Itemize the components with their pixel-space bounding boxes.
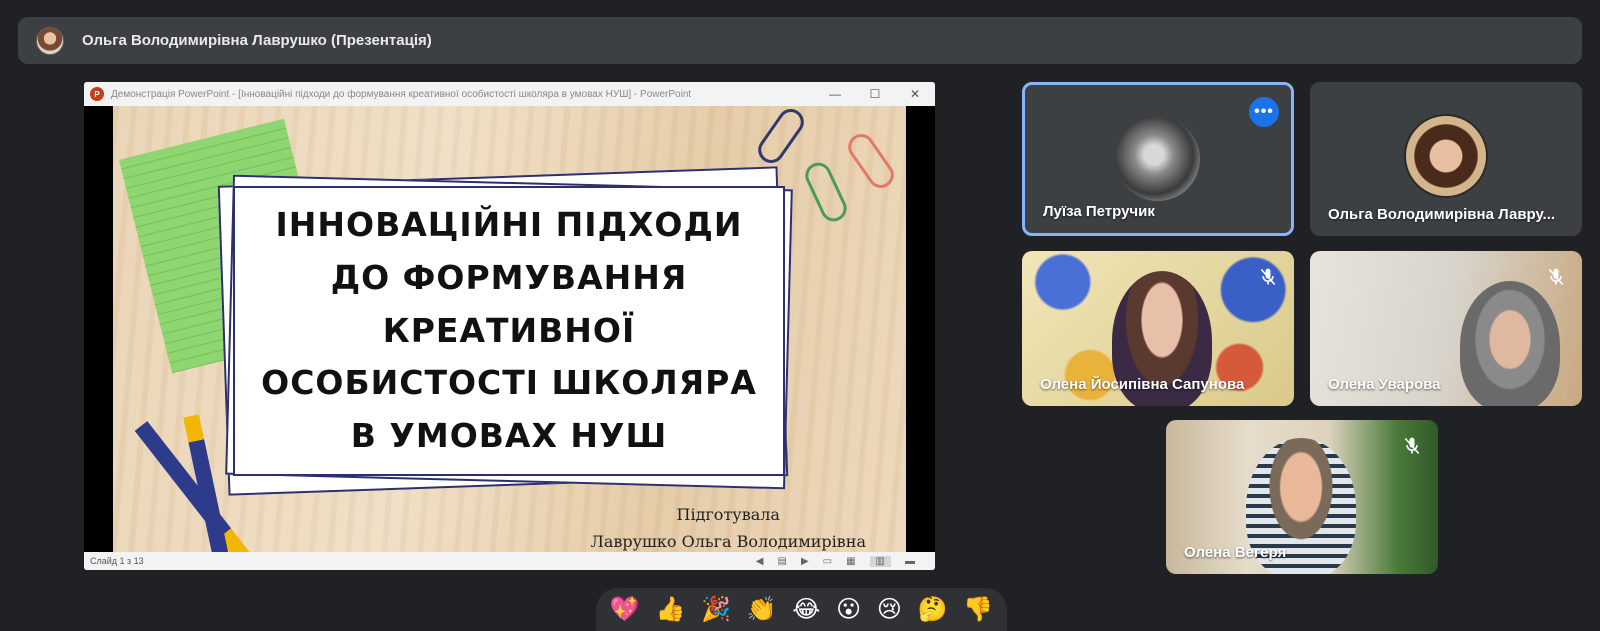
- slide-menu-icon[interactable]: ▤: [777, 556, 786, 567]
- thumbs-up-reaction[interactable]: 👍: [655, 597, 685, 622]
- surprised-reaction[interactable]: 😮: [836, 597, 861, 622]
- participant-tile[interactable]: Олена Уварова: [1310, 251, 1582, 406]
- powerpoint-icon: P: [90, 87, 104, 101]
- ppt-window-title: Демонстрація PowerPoint - [Інноваційні п…: [111, 88, 692, 100]
- participant-name: Олена Уварова: [1328, 376, 1441, 393]
- participant-name: Ольга Володимирівна Лавру...: [1328, 206, 1556, 223]
- mic-off-icon: [1546, 267, 1566, 287]
- slide: ІННОВАЦІЙНІ ПІДХОДИ ДО ФОРМУВАННЯ КРЕАТИ…: [113, 106, 906, 552]
- maximize-button[interactable]: ☐: [855, 87, 895, 101]
- more-options-button[interactable]: •••: [1249, 97, 1279, 127]
- credit-author: Лаврушко Ольга Володимирівна: [590, 532, 866, 551]
- sparkling-heart-reaction[interactable]: 💖: [610, 597, 640, 622]
- ppt-statusbar: Слайд 1 з 13 ◀ ▤ ▶ ▭ ▦ ▥ ▬: [84, 552, 935, 570]
- minimize-button[interactable]: —: [815, 87, 855, 101]
- participant-tile[interactable]: ••• Луїза Петручик: [1022, 82, 1294, 236]
- thumbs-down-reaction[interactable]: 👎: [963, 597, 993, 622]
- participant-name: Олена Вегеря: [1184, 544, 1287, 561]
- presentation-window: P Демонстрація PowerPoint - [Інноваційні…: [84, 82, 935, 570]
- clapping-reaction[interactable]: 👏: [747, 597, 777, 622]
- presenter-bar[interactable]: Ольга Володимирівна Лаврушко (Презентаці…: [18, 17, 1582, 64]
- slide-title: ІННОВАЦІЙНІ ПІДХОДИ ДО ФОРМУВАННЯ КРЕАТИ…: [261, 205, 757, 456]
- slide-area[interactable]: ІННОВАЦІЙНІ ПІДХОДИ ДО ФОРМУВАННЯ КРЕАТИ…: [84, 106, 935, 552]
- participant-tile[interactable]: Олена Йосипівна Сапунова: [1022, 251, 1294, 406]
- credit-label: Підготувала: [676, 505, 780, 524]
- mic-off-icon: [1402, 436, 1422, 456]
- title-card: ІННОВАЦІЙНІ ПІДХОДИ ДО ФОРМУВАННЯ КРЕАТИ…: [233, 186, 785, 476]
- participant-name: Луїза Петручик: [1043, 203, 1155, 220]
- presenter-title: Ольга Володимирівна Лаврушко (Презентаці…: [82, 32, 432, 49]
- slide-counter: Слайд 1 з 13: [90, 556, 144, 566]
- laughing-reaction[interactable]: 😂: [792, 597, 820, 622]
- party-popper-reaction[interactable]: 🎉: [701, 597, 731, 622]
- presenter-avatar: [36, 26, 64, 55]
- slide-credit: Підготувала Лаврушко Ольга Володимирівна: [590, 501, 866, 552]
- reactions-bar: 💖 👍 🎉 👏 😂 😮 😢 🤔 👎: [596, 588, 1007, 631]
- slide-sorter-icon[interactable]: ▦: [846, 556, 855, 567]
- reading-view-icon[interactable]: ▥: [869, 555, 891, 567]
- crying-reaction[interactable]: 😢: [877, 597, 902, 622]
- participant-tile[interactable]: Олена Вегеря: [1166, 420, 1438, 574]
- mic-off-icon: [1258, 267, 1278, 287]
- participant-tile[interactable]: Ольга Володимирівна Лавру...: [1310, 82, 1582, 236]
- thinking-reaction[interactable]: 🤔: [918, 597, 948, 622]
- ppt-titlebar: P Демонстрація PowerPoint - [Інноваційні…: [84, 82, 935, 106]
- close-button[interactable]: ✕: [895, 87, 935, 101]
- participant-video: [1460, 281, 1560, 406]
- participant-avatar: [1404, 114, 1488, 198]
- next-slide-icon[interactable]: ▶: [801, 556, 809, 567]
- prev-slide-icon[interactable]: ◀: [756, 556, 764, 567]
- slideshow-icon[interactable]: ▬: [905, 556, 915, 567]
- normal-view-icon[interactable]: ▭: [823, 556, 832, 567]
- participant-name: Олена Йосипівна Сапунова: [1040, 376, 1245, 393]
- participant-avatar: [1116, 117, 1200, 201]
